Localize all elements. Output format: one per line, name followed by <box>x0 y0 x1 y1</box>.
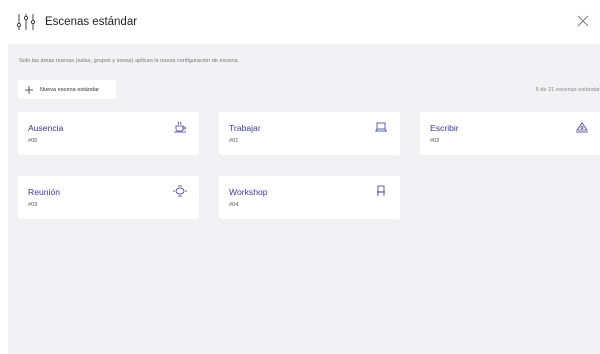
laptop-icon <box>375 122 387 132</box>
scene-name: Reunión <box>28 187 61 197</box>
scene-number: #00 <box>28 138 38 144</box>
pen-tip-icon <box>576 122 588 133</box>
scene-number: #04 <box>229 202 239 208</box>
meeting-table-icon <box>173 185 187 197</box>
scene-card-trabajar[interactable]: Trabajar #01 <box>219 112 400 155</box>
scene-number: #01 <box>229 138 239 144</box>
scene-card-workshop[interactable]: Workshop #04 <box>219 176 400 219</box>
dialog-header: Escenas estándar <box>0 0 600 44</box>
scene-card-ausencia[interactable]: Ausencia #00 <box>18 112 199 155</box>
scene-card-escribir[interactable]: Escribir #02 <box>420 112 600 155</box>
chair-icon <box>377 185 385 196</box>
coffee-cup-icon <box>174 121 186 133</box>
scene-name: Escribir <box>430 123 459 133</box>
sliders-icon <box>16 14 36 30</box>
scene-number: #02 <box>430 138 440 144</box>
scene-card-reunion[interactable]: Reunión #03 <box>18 176 199 219</box>
page-title: Escenas estándar <box>45 16 138 28</box>
scene-name: Workshop <box>229 187 268 197</box>
scene-number: #03 <box>28 202 38 208</box>
scene-count: 5 de 21 escenas estándar <box>535 87 600 93</box>
scenes-panel: Solo las áreas nuevas (salas, grupos y z… <box>8 44 600 354</box>
info-notice: Solo las áreas nuevas (salas, grupos y z… <box>19 58 240 64</box>
plus-icon <box>25 85 33 94</box>
new-scene-button-label: Nueva escena estándar <box>40 86 100 93</box>
close-icon[interactable] <box>576 14 590 28</box>
scene-name: Trabajar <box>229 123 261 133</box>
new-scene-button[interactable]: Nueva escena estándar <box>18 80 116 99</box>
scene-name: Ausencia <box>28 123 64 133</box>
